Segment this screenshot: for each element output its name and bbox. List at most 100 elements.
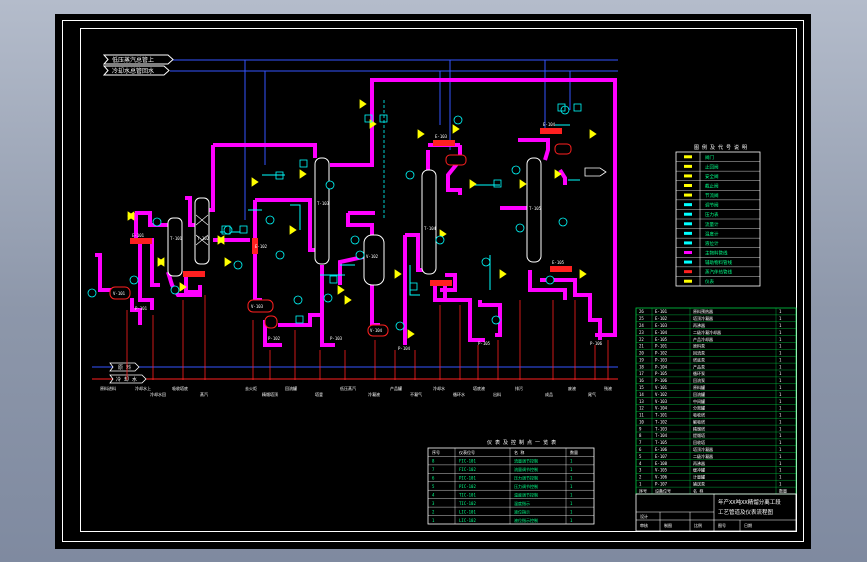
equipment-table-cell: 提馏塔: [693, 432, 705, 438]
equipment-table-cell: 缓冲罐: [693, 467, 705, 473]
instrument-table-cell: 1: [570, 459, 573, 464]
tag-t104: T-104: [424, 226, 437, 231]
equipment-table-cell: P-101: [655, 344, 668, 349]
stream-label: 冷却水: [433, 385, 445, 391]
equipment-table-cell: 1: [779, 468, 782, 473]
stream-label: 塔底液: [473, 385, 485, 391]
instrument-table-header: 数量: [570, 449, 578, 455]
equipment-table-cell: P-106: [655, 378, 668, 383]
legend-item-label: 主物料管线: [705, 250, 728, 257]
equipment-table-cell: 1: [779, 440, 782, 445]
equipment-table-cell: 6: [639, 447, 642, 452]
legend-item-label: 调节阀: [705, 202, 719, 209]
column-t102: [194, 197, 210, 265]
header-arrows: 低压蒸汽总管上 冷却水总管回水: [102, 54, 174, 76]
equipment-table-cell: 产品泵: [693, 363, 705, 369]
bottom-stream-labels: 原料进料 冷却水上 冷却水回 吸收塔底 蒸汽 去火炬 精馏塔顶 回流罐 塔釜 低…: [100, 385, 612, 397]
drum-v105: [264, 315, 278, 329]
equipment-table-cell: 1: [779, 454, 782, 459]
equipment-table-grid: 26 E-101 原料预热器 125 E-102 塔顶冷凝器 124 E-103 再沸器 123 E…: [636, 308, 796, 494]
legend-item-label: 蒸汽伴热管线: [705, 269, 732, 276]
stream-label: 冷凝液: [368, 391, 380, 397]
equipment-table-header: 名 称: [693, 487, 703, 493]
instrument-table-cell: 1: [570, 492, 573, 497]
equipment-table-cell: 1: [779, 433, 782, 438]
legend-symbol: [684, 174, 692, 178]
legend-item-label: 辅助物料管线: [705, 259, 732, 266]
equipment-table-cell: 5: [639, 454, 642, 459]
equipment-table-cell: 循环泵: [693, 370, 705, 376]
equipment-table-cell: 原料罐: [693, 384, 705, 390]
stream-label: 残液: [604, 385, 612, 391]
legend-symbol: [684, 251, 692, 254]
equipment-table: 26 E-101 原料预热器 125 E-102 塔顶冷凝器 124 E-103 再沸器 123 E…: [635, 307, 797, 495]
instrument-table-cell: 流量调节控制: [514, 458, 538, 464]
instrument-table-cell: 液位指示控制: [514, 517, 538, 523]
equipment-table-cell: 分离罐: [693, 405, 705, 411]
stream-label: 回流罐: [285, 385, 297, 391]
equipment-table-cell: 1: [779, 447, 782, 452]
tb-label-scale: 比例: [694, 522, 702, 528]
instrument-table-cell: 2: [432, 509, 435, 514]
equipment-table-cell: 16: [639, 378, 644, 383]
equipment-table-cell: 再沸器: [693, 322, 705, 328]
legend-item-label: 节流阀: [705, 192, 719, 199]
instrument-table-cell: 温度调节控制: [514, 491, 538, 497]
equipment-table-cell: 25: [639, 316, 644, 321]
column-t101: [167, 217, 183, 277]
drawing-name: 工艺管道及仪表流程图: [718, 508, 774, 516]
tag-e104: E-104: [543, 122, 556, 127]
equipment-table-cell: 1: [779, 475, 782, 480]
legend-item-label: 阀门: [705, 154, 714, 161]
equipment-table-cell: 计量罐: [693, 474, 705, 480]
stream-label: 排污: [515, 385, 523, 391]
legend-symbol: [684, 203, 692, 207]
equipment-table-cell: 1: [779, 385, 782, 390]
equipment-table-cell: 1: [779, 337, 782, 342]
tb-label-draw: 制图: [664, 522, 672, 528]
equipment-table-cell: 7: [639, 440, 642, 445]
equipment-table-cell: 21: [639, 344, 644, 349]
equipment-table-cell: 26: [639, 309, 644, 314]
instrument-table-cell: 液位指示: [514, 508, 530, 514]
drum-v107: [554, 143, 572, 155]
equipment-table-cell: 2: [639, 475, 642, 480]
equipment-table-cell: 1: [779, 413, 782, 418]
instrument-table-cell: 5: [432, 484, 435, 489]
equipment-table-cell: V-106: [655, 475, 668, 480]
tag-p103: P-103: [330, 336, 343, 341]
instrument-table-cell: 1: [570, 518, 573, 523]
equipment-table-cell: 1: [779, 426, 782, 431]
instrument-table-cell: 温度指示: [514, 500, 530, 506]
instrument-table-cell: TIC-102: [459, 501, 476, 506]
column-t103: [314, 157, 330, 265]
equipment-table-cell: T-105: [655, 440, 668, 445]
equipment-table-cell: 回收塔: [693, 439, 705, 445]
equipment-table-cell: 回流泵: [693, 350, 705, 356]
tag-e105: E-105: [552, 260, 565, 265]
equipment-table-cell: 1: [779, 461, 782, 466]
tag-v103: V-103: [251, 304, 264, 309]
equipment-table-cell: E-105: [655, 337, 668, 342]
header-label-water: 冷却水总管回水: [112, 67, 154, 75]
equipment-table-cell: 1: [779, 309, 782, 314]
equipment-table-cell: 18: [639, 364, 644, 369]
equipment-table-cell: 8: [639, 433, 642, 438]
tag-p105: P-105: [478, 341, 491, 346]
equipment-table-cell: 原料泵: [693, 343, 705, 349]
column-t104: [421, 169, 437, 275]
equipment-table-cell: E-106: [655, 447, 668, 452]
instrument-table-cell: FIC-101: [459, 459, 476, 464]
equipment-table-cell: 解吸塔: [693, 418, 705, 424]
instrument-table-header: 仪表位号: [459, 449, 475, 455]
equipment-table-cell: 22: [639, 337, 644, 342]
instrument-table-cell: 1: [570, 476, 573, 481]
legend-rows: 阀门止回阀安全阀截止阀节流阀调节阀压力表流量计温度计液位计主物料管线辅助物料管线…: [676, 154, 760, 285]
legend-symbol: [684, 193, 692, 197]
instrument-table: 仪 表 及 控 制 点 一 览 表 序号 仪表位号 名 称 数量 8 FIC-101 流量调…: [427, 439, 595, 525]
equipment-table-cell: 1: [779, 323, 782, 328]
legend-symbol: [684, 260, 692, 264]
equipment-table-cell: 输送泵: [693, 480, 705, 486]
legend-item-label: 仪表: [705, 278, 714, 285]
legend-symbol: [684, 241, 692, 245]
